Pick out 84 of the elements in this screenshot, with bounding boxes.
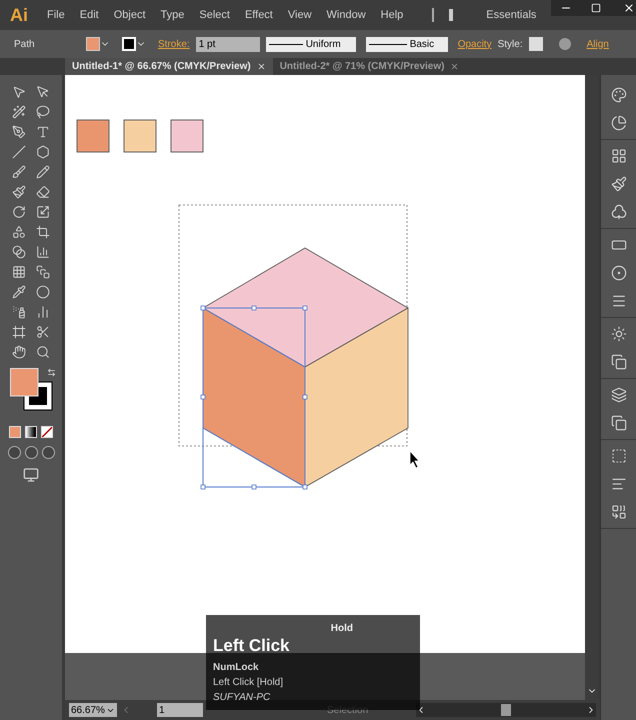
fill-swatch[interactable] <box>10 368 38 396</box>
none-mode-button[interactable] <box>41 426 53 438</box>
menu-item[interactable]: View <box>288 6 312 24</box>
layers-icon[interactable] <box>610 387 626 403</box>
fill-color-dropdown[interactable] <box>86 37 110 51</box>
artboard-icon[interactable] <box>12 325 26 339</box>
gradient-mode-button[interactable] <box>25 426 37 438</box>
eraser-icon[interactable] <box>36 185 50 199</box>
column-graph-icon[interactable] <box>36 305 50 319</box>
overlapping-squares-icon[interactable] <box>610 415 626 431</box>
symbol-sprayer-icon[interactable] <box>12 305 26 319</box>
hold-label: Hold <box>330 622 353 636</box>
selection-box[interactable] <box>200 306 308 490</box>
pen-icon[interactable] <box>12 125 26 139</box>
variable-width-dropdown[interactable]: Uniform <box>266 36 356 52</box>
club-icon[interactable] <box>610 204 626 220</box>
hexagon-icon[interactable] <box>36 145 50 159</box>
pencil-icon[interactable] <box>36 165 50 179</box>
recolor-icon[interactable] <box>558 38 571 50</box>
menu-item[interactable]: File <box>47 6 65 24</box>
opacity-link[interactable]: Opacity <box>458 36 492 52</box>
document-tab[interactable]: Untitled-1* @ 66.67% (CMYK/Preview) <box>65 58 273 75</box>
menu-item[interactable]: Help <box>380 6 404 24</box>
hand-icon[interactable] <box>12 345 26 359</box>
stroke-weight-field[interactable]: 1 pt <box>196 36 260 52</box>
artboard-field[interactable]: 1 <box>157 703 203 717</box>
swatch-grid-icon[interactable] <box>610 148 626 164</box>
align-link[interactable]: Align <box>586 36 609 52</box>
circle-icon[interactable] <box>610 265 626 281</box>
draw-inside-icon[interactable] <box>42 446 54 459</box>
stroke-color-dropdown[interactable] <box>122 37 146 51</box>
blob-brush-icon[interactable] <box>12 185 26 199</box>
menu-item[interactable]: Object <box>114 6 146 24</box>
mesh-icon[interactable] <box>12 265 26 279</box>
scale-icon[interactable] <box>36 205 50 219</box>
brush-dropdown[interactable]: Basic <box>366 36 448 52</box>
maximize-icon[interactable] <box>591 3 602 13</box>
cursor-icon <box>410 450 420 469</box>
app-logo: Ai <box>10 4 28 26</box>
shape-builder-icon[interactable] <box>12 245 26 259</box>
style-swatch[interactable] <box>528 37 543 51</box>
selection-arrow-icon[interactable] <box>12 84 26 98</box>
draw-behind-icon[interactable] <box>24 446 38 459</box>
transform-icon[interactable] <box>610 448 626 464</box>
menu-item[interactable]: Edit <box>80 6 99 24</box>
type-icon[interactable] <box>36 125 50 139</box>
scroll-thumb[interactable] <box>501 704 511 716</box>
color-mode-button[interactable] <box>9 426 21 438</box>
key-title: Left Click <box>213 636 291 656</box>
palette-icon[interactable] <box>610 87 626 103</box>
close-icon[interactable] <box>256 62 266 71</box>
brush-icon[interactable] <box>12 165 26 179</box>
squares-icon[interactable] <box>610 354 626 370</box>
eyedropper-icon[interactable] <box>12 285 26 299</box>
slice-icon[interactable] <box>36 325 50 339</box>
quarter-circle-icon[interactable] <box>610 115 626 131</box>
key-detail-line: Left Click [Hold] <box>213 676 284 690</box>
menu-item[interactable]: Window <box>326 6 366 24</box>
menu-item[interactable]: Type <box>160 6 184 24</box>
status-text: Selection <box>327 704 368 718</box>
align-icon[interactable] <box>610 476 626 492</box>
menu-item[interactable]: Select <box>199 6 230 24</box>
screen-mode-icon[interactable] <box>23 467 39 483</box>
swap-icon[interactable] <box>47 368 56 377</box>
lines-icon[interactable] <box>610 293 626 309</box>
horizontal-scrollbar[interactable] <box>416 703 596 717</box>
key-detail-line: NumLock <box>213 661 260 675</box>
line-icon[interactable] <box>12 145 26 159</box>
selection-type-label: Path <box>14 38 36 52</box>
close-icon[interactable] <box>623 2 636 14</box>
document-tab[interactable]: Untitled-2* @ 71% (CMYK/Preview) <box>272 58 466 75</box>
draw-normal-icon[interactable] <box>8 446 20 459</box>
key-detail-line: SUFYAN-PC <box>213 691 272 705</box>
workspace-switcher[interactable]: Essentials <box>486 6 536 24</box>
zoom-dropdown[interactable]: 66.67% <box>69 703 117 717</box>
direct-selection-arrow-icon[interactable] <box>36 84 50 98</box>
brushes-icon[interactable] <box>610 176 626 192</box>
menu-item[interactable]: Effect <box>244 6 273 24</box>
zoom-icon[interactable] <box>36 345 50 359</box>
rotate-icon[interactable] <box>12 205 26 219</box>
style-label: Style: <box>498 38 523 52</box>
magic-wand-icon[interactable] <box>12 105 26 119</box>
stroke-link[interactable]: Stroke: <box>158 36 190 52</box>
lasso-icon[interactable] <box>36 105 50 119</box>
